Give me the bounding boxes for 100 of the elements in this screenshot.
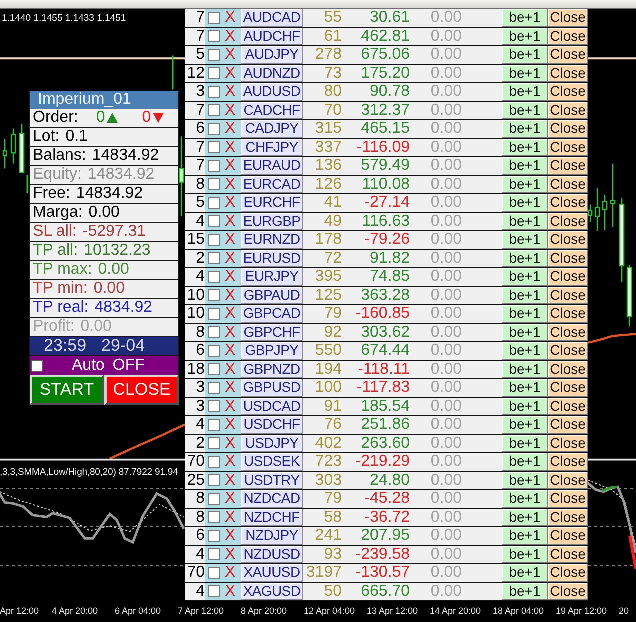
start-button[interactable]: START (30, 375, 104, 405)
auto-checkbox[interactable] (31, 360, 43, 372)
breakeven-button[interactable]: be+1 (502, 286, 548, 304)
symbol-button[interactable]: CADJPY (241, 120, 303, 138)
close-button[interactable]: Close (548, 46, 588, 64)
close-button[interactable]: Close (548, 231, 588, 248)
symbol-button[interactable]: GBPNZD (241, 360, 303, 378)
row-checkbox[interactable] (208, 67, 220, 80)
row-checkbox[interactable] (208, 326, 220, 338)
close-button[interactable]: Close (548, 546, 588, 563)
close-button[interactable]: Close (548, 472, 588, 489)
close-button[interactable]: Close (548, 176, 588, 193)
breakeven-button[interactable]: be+1 (502, 176, 548, 193)
breakeven-button[interactable]: be+1 (502, 46, 548, 64)
close-button[interactable]: Close (548, 83, 588, 100)
symbol-button[interactable]: GBPAUD (241, 286, 303, 304)
row-checkbox[interactable] (208, 178, 220, 190)
close-button[interactable]: Close (548, 564, 588, 582)
symbol-button[interactable]: GBPUSD (241, 379, 303, 396)
row-checkbox[interactable] (208, 492, 220, 505)
breakeven-button[interactable]: be+1 (502, 305, 548, 322)
symbol-button[interactable]: NZDCAD (241, 490, 303, 508)
breakeven-button[interactable]: be+1 (502, 102, 548, 119)
breakeven-button[interactable]: be+1 (502, 416, 548, 434)
symbol-button[interactable]: AUDJPY (241, 46, 303, 64)
breakeven-button[interactable]: be+1 (502, 490, 548, 508)
close-button[interactable]: Close (548, 434, 588, 452)
row-checkbox[interactable] (208, 511, 220, 524)
row-checkbox[interactable] (208, 530, 220, 542)
row-checkbox[interactable] (208, 382, 220, 394)
close-button[interactable]: Close (548, 582, 588, 600)
close-button[interactable]: Close (548, 360, 588, 378)
symbol-button[interactable]: XAUUSD (241, 564, 303, 582)
close-all-button[interactable]: CLOSE (105, 375, 179, 405)
row-checkbox[interactable] (208, 30, 220, 42)
symbol-button[interactable]: AUDCAD (241, 9, 303, 26)
close-button[interactable]: Close (548, 379, 588, 396)
symbol-button[interactable]: CADCHF (241, 102, 303, 119)
symbol-button[interactable]: USDCHF (241, 416, 303, 434)
close-button[interactable]: Close (548, 28, 588, 45)
breakeven-button[interactable]: be+1 (502, 546, 548, 563)
symbol-button[interactable]: EURAUD (241, 157, 303, 174)
breakeven-button[interactable]: be+1 (502, 564, 548, 582)
breakeven-button[interactable]: be+1 (502, 342, 548, 360)
symbol-button[interactable]: USDTRY (241, 472, 303, 489)
breakeven-button[interactable]: be+1 (502, 64, 548, 82)
symbol-button[interactable]: NZDUSD (241, 546, 303, 563)
symbol-button[interactable]: EURUSD (241, 250, 303, 267)
breakeven-button[interactable]: be+1 (502, 157, 548, 174)
close-button[interactable]: Close (548, 120, 588, 138)
row-checkbox[interactable] (208, 270, 220, 283)
row-checkbox[interactable] (208, 548, 220, 560)
breakeven-button[interactable]: be+1 (502, 9, 548, 26)
close-button[interactable]: Close (548, 416, 588, 434)
symbol-button[interactable]: AUDUSD (241, 83, 303, 100)
breakeven-button[interactable]: be+1 (502, 83, 548, 100)
close-button[interactable]: Close (548, 194, 588, 212)
row-checkbox[interactable] (208, 160, 220, 172)
breakeven-button[interactable]: be+1 (502, 268, 548, 286)
close-button[interactable]: Close (548, 64, 588, 82)
symbol-button[interactable]: NZDJPY (241, 527, 303, 544)
close-button[interactable]: Close (548, 527, 588, 544)
symbol-button[interactable]: GBPCHF (241, 324, 303, 341)
symbol-button[interactable]: EURGBP (241, 212, 303, 230)
close-button[interactable]: Close (548, 9, 588, 26)
row-checkbox[interactable] (208, 474, 220, 486)
close-button[interactable]: Close (548, 268, 588, 286)
row-checkbox[interactable] (208, 363, 220, 376)
row-checkbox[interactable] (208, 437, 220, 450)
row-checkbox[interactable] (208, 234, 220, 246)
row-checkbox[interactable] (208, 141, 220, 154)
row-checkbox[interactable] (208, 418, 220, 431)
breakeven-button[interactable]: be+1 (502, 212, 548, 230)
breakeven-button[interactable]: be+1 (502, 360, 548, 378)
breakeven-button[interactable]: be+1 (502, 138, 548, 156)
row-checkbox[interactable] (208, 400, 220, 412)
close-button[interactable]: Close (548, 212, 588, 230)
breakeven-button[interactable]: be+1 (502, 582, 548, 600)
row-checkbox[interactable] (208, 196, 220, 209)
symbol-button[interactable]: GBPCAD (241, 305, 303, 322)
row-checkbox[interactable] (208, 456, 220, 468)
symbol-button[interactable]: EURJPY (241, 268, 303, 286)
row-checkbox[interactable] (208, 289, 220, 302)
close-button[interactable]: Close (548, 453, 588, 470)
row-checkbox[interactable] (208, 12, 220, 24)
breakeven-button[interactable]: be+1 (502, 194, 548, 212)
symbol-button[interactable]: EURCAD (241, 176, 303, 193)
close-button[interactable]: Close (548, 286, 588, 304)
breakeven-button[interactable]: be+1 (502, 527, 548, 544)
symbol-button[interactable]: AUDCHF (241, 28, 303, 45)
symbol-button[interactable]: EURCHF (241, 194, 303, 212)
breakeven-button[interactable]: be+1 (502, 453, 548, 470)
symbol-button[interactable]: GBPJPY (241, 342, 303, 360)
close-button[interactable]: Close (548, 508, 588, 526)
symbol-button[interactable]: EURNZD (241, 231, 303, 248)
symbol-button[interactable]: USDJPY (241, 434, 303, 452)
breakeven-button[interactable]: be+1 (502, 231, 548, 248)
row-checkbox[interactable] (208, 585, 220, 598)
close-button[interactable]: Close (548, 324, 588, 341)
breakeven-button[interactable]: be+1 (502, 508, 548, 526)
